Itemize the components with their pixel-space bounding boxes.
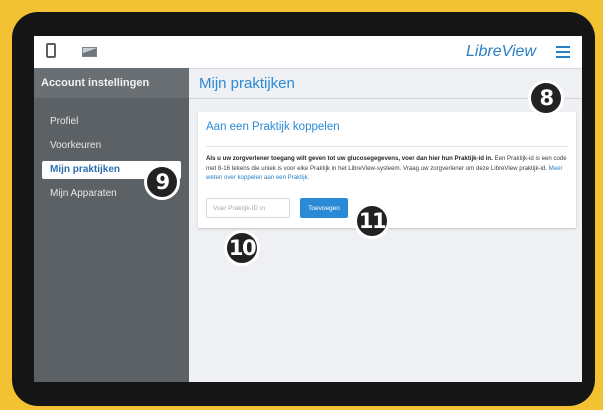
add-button[interactable]: Toevoegen <box>300 198 348 218</box>
divider <box>189 98 582 99</box>
page-title: Mijn praktijken <box>199 75 295 92</box>
top-bar: LibreView <box>34 36 582 69</box>
libreview-logo: LibreView <box>466 43 536 60</box>
description-bold: Als u uw zorgverlener toegang wilt geven… <box>206 155 493 162</box>
card-title: Aan een Praktijk koppelen <box>206 121 340 133</box>
card-description: Als u uw zorgverlener toegang wilt geven… <box>206 154 570 183</box>
sidebar: Account instellingen Profiel Voorkeuren … <box>34 68 189 382</box>
callout-badge-8: 8 <box>528 80 564 116</box>
card-divider <box>206 146 568 147</box>
sidebar-item-voorkeuren[interactable]: Voorkeuren <box>34 134 189 158</box>
callout-badge-9: 9 <box>144 164 180 200</box>
sidebar-title: Account instellingen <box>34 68 189 98</box>
sidebar-item-profiel[interactable]: Profiel <box>34 110 189 134</box>
callout-badge-11: 11 <box>354 203 390 239</box>
image-icon[interactable] <box>82 47 97 57</box>
hamburger-menu-icon[interactable] <box>556 46 570 58</box>
practice-id-input[interactable] <box>206 198 290 218</box>
app-screen: LibreView Account instellingen Profiel V… <box>34 36 582 382</box>
tablet-device-icon[interactable] <box>46 43 56 58</box>
callout-badge-10: 10 <box>224 230 260 266</box>
